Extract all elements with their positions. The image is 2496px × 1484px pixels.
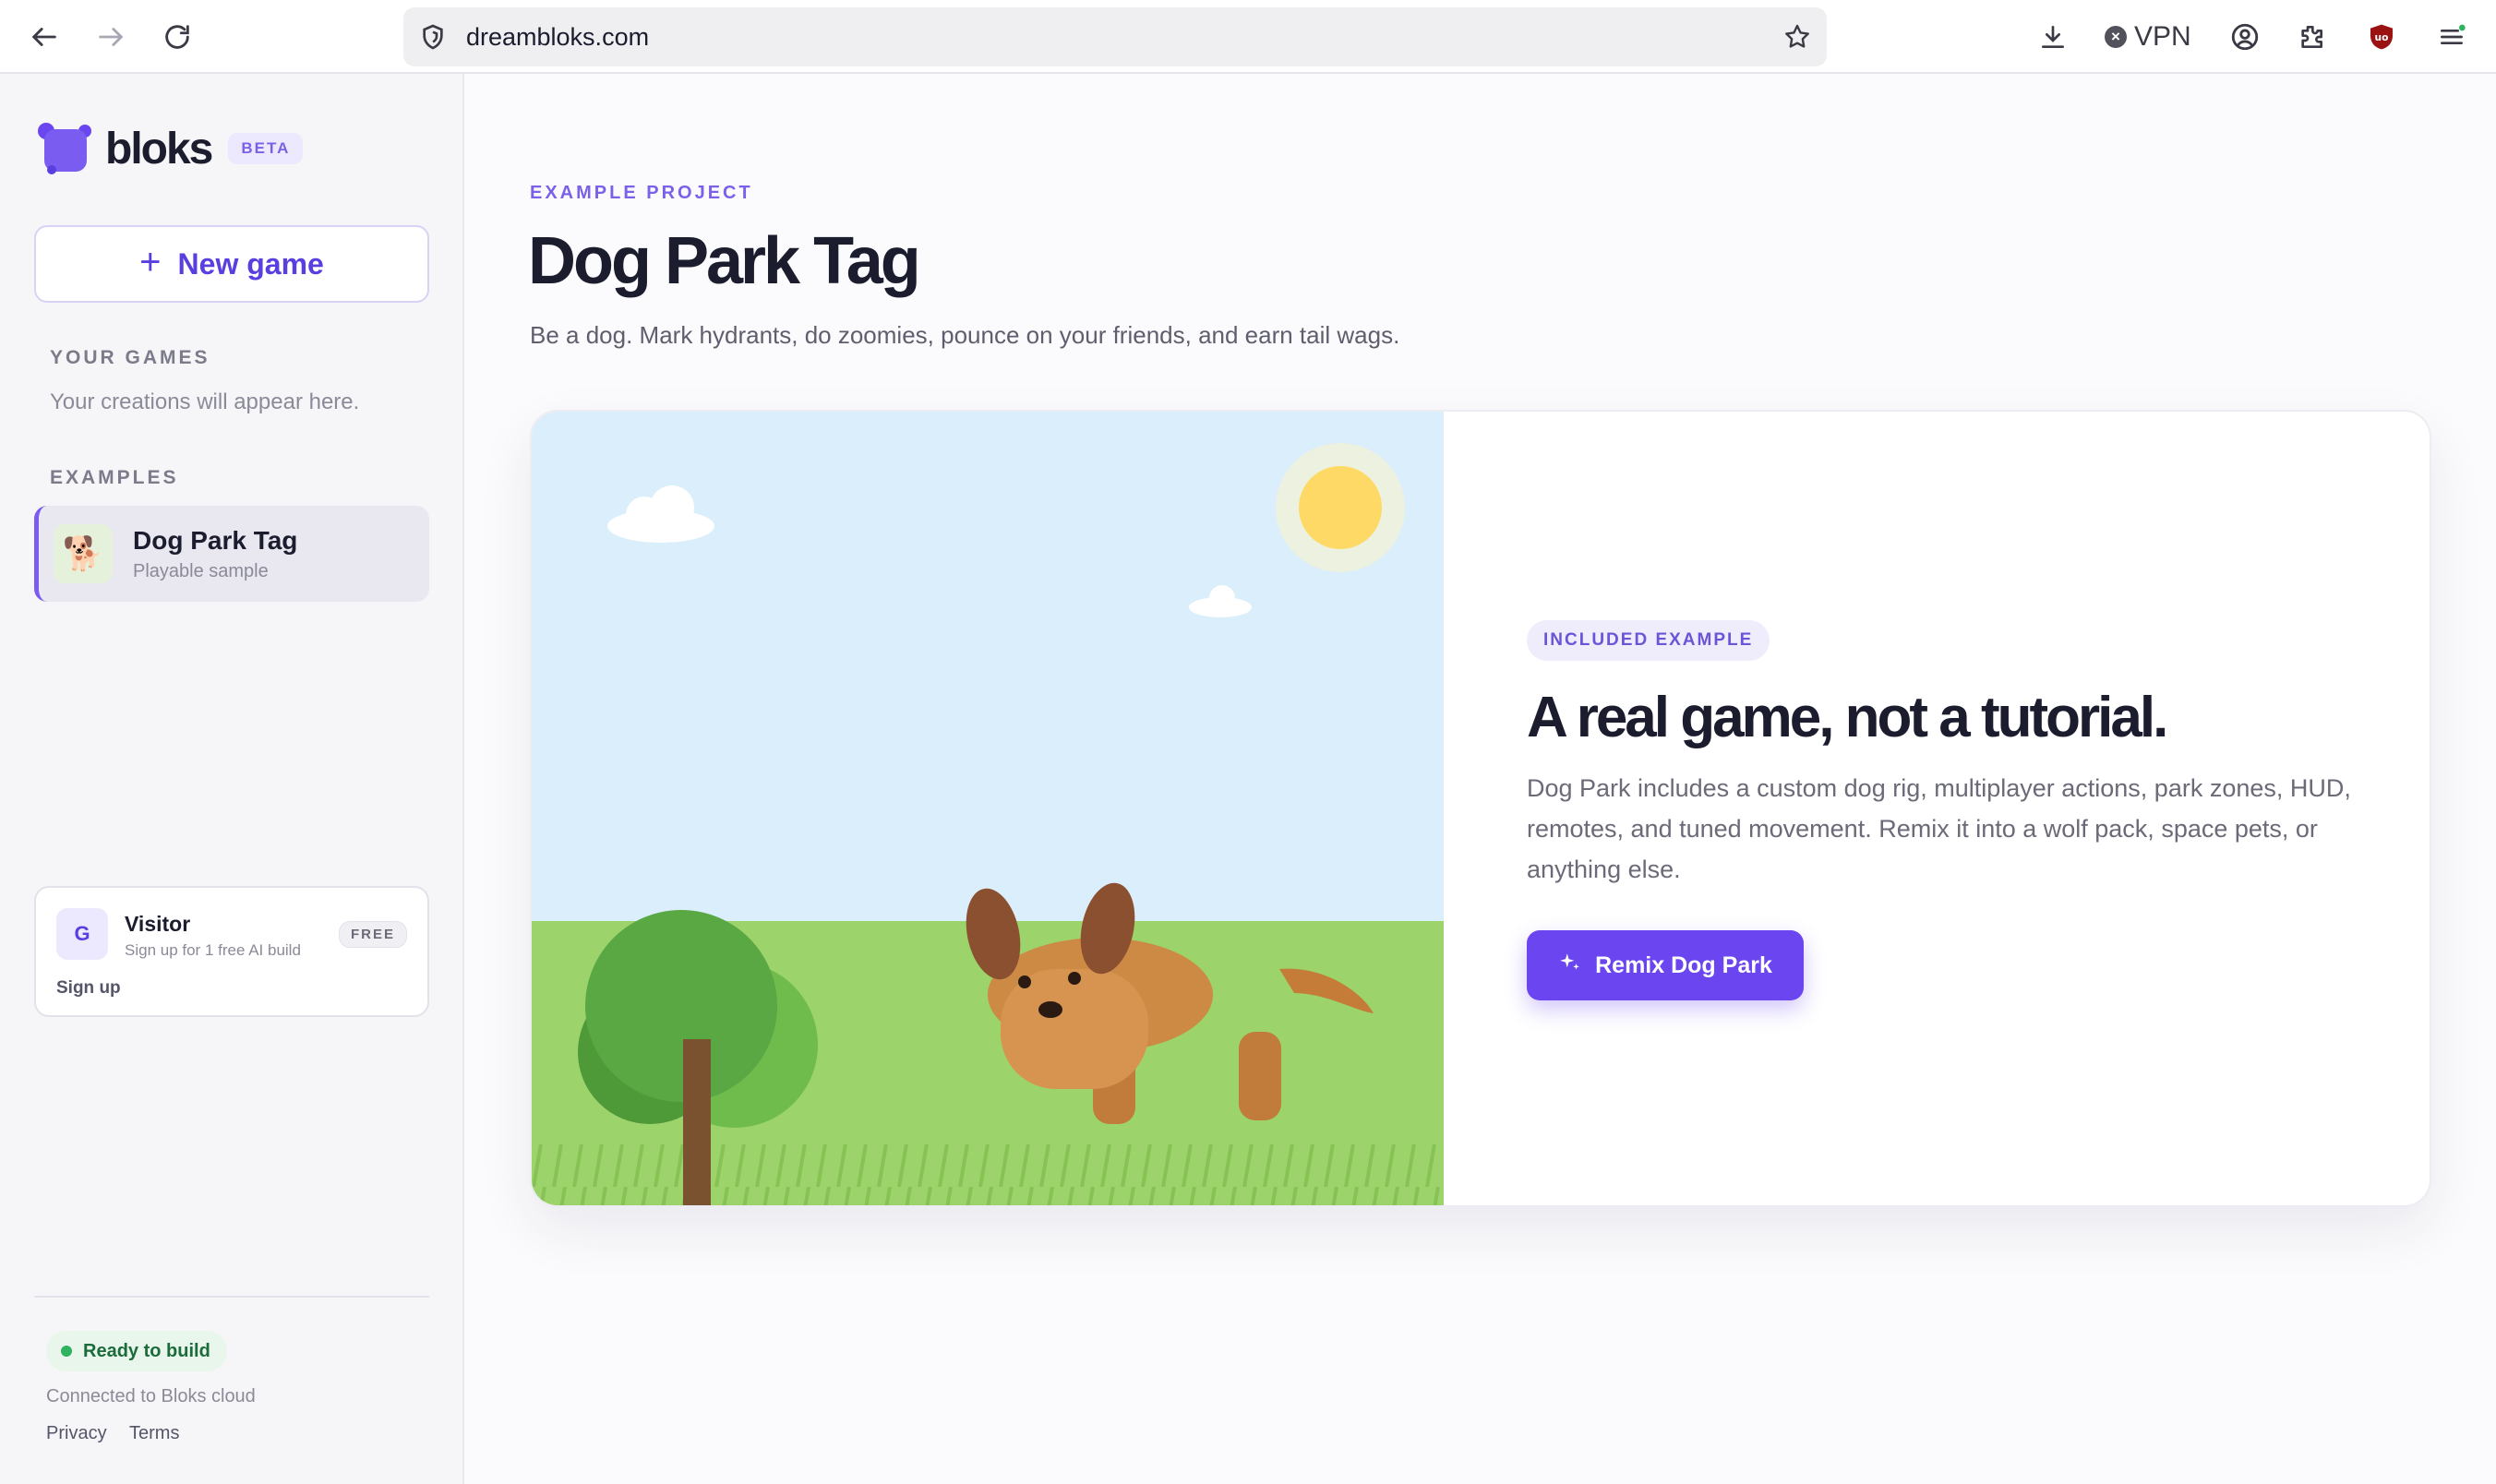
bookmark-star-icon[interactable] [1782,22,1812,56]
included-example-badge: INCLUDED EXAMPLE [1527,620,1770,661]
page-eyebrow: EXAMPLE PROJECT [530,183,753,203]
sparkle-icon [1558,951,1582,981]
avatar: G [56,908,108,960]
example-title: Dog Park Tag [133,526,298,555]
extensions-icon[interactable] [2291,17,2332,57]
dog-icon: 🐕 [54,524,113,583]
vpn-label: VPN [2134,21,2191,52]
example-subtitle: Playable sample [133,561,269,581]
ublock-shield-icon[interactable]: uo [2361,17,2402,57]
status-dot-icon [61,1346,72,1357]
url-text: dreambloks.com [466,23,650,51]
download-icon[interactable] [2033,17,2073,57]
dog-park-scene-illustration [532,412,1444,1205]
menu-icon[interactable] [2431,17,2472,57]
forward-icon[interactable] [90,17,131,57]
beta-badge: BETA [228,133,304,164]
sidebar-divider [34,1296,429,1298]
shield-icon [418,22,448,56]
plus-icon: + [139,241,162,282]
sign-up-link[interactable]: Sign up [56,978,121,999]
example-item-dog-park-tag[interactable]: 🐕 Dog Park Tag Playable sample [34,506,429,602]
hero-card: INCLUDED EXAMPLE A real game, not a tuto… [530,410,2431,1207]
remix-dog-park-button[interactable]: Remix Dog Park [1527,930,1804,1000]
address-bar[interactable]: dreambloks.com [403,7,1827,66]
privacy-link[interactable]: Privacy [46,1423,107,1444]
status-badge: Ready to build [46,1331,227,1371]
vpn-button[interactable]: × VPN [2105,17,2191,57]
page-title: Dog Park Tag [528,224,921,298]
plan-badge: FREE [338,921,407,948]
visitor-name: Visitor [125,912,191,936]
brand-logo[interactable]: bloks BETA [37,120,304,177]
visitor-card: G Visitor Sign up for 1 free AI build FR… [34,886,429,1017]
bloks-logo-icon [37,120,94,177]
connection-status-text: Connected to Bloks cloud [46,1386,256,1406]
page-description: Be a dog. Mark hydrants, do zoomies, pou… [530,321,1400,349]
back-icon[interactable] [24,17,65,57]
status-label: Ready to build [83,1340,210,1361]
terms-link[interactable]: Terms [129,1423,179,1444]
visitor-subtitle: Sign up for 1 free AI build [125,941,301,959]
logo-text: bloks [105,124,213,174]
examples-heading: EXAMPLES [50,467,179,488]
remix-button-label: Remix Dog Park [1595,951,1772,978]
your-games-empty-text: Your creations will appear here. [50,389,360,414]
browser-toolbar: dreambloks.com × VPN uo [0,0,2496,74]
hero-description: Dog Park includes a custom dog rig, mult… [1527,774,2351,883]
new-game-label: New game [177,246,324,281]
reload-icon[interactable] [157,17,198,57]
sidebar: bloks BETA + New game YOUR GAMES Your cr… [0,74,464,1484]
hero-heading: A real game, not a tutorial. [1527,686,2168,749]
new-game-button[interactable]: + New game [34,225,429,303]
account-icon[interactable] [2225,17,2265,57]
vpn-off-icon: × [2105,26,2127,48]
svg-text:uo: uo [2375,31,2389,43]
your-games-heading: YOUR GAMES [50,347,210,368]
